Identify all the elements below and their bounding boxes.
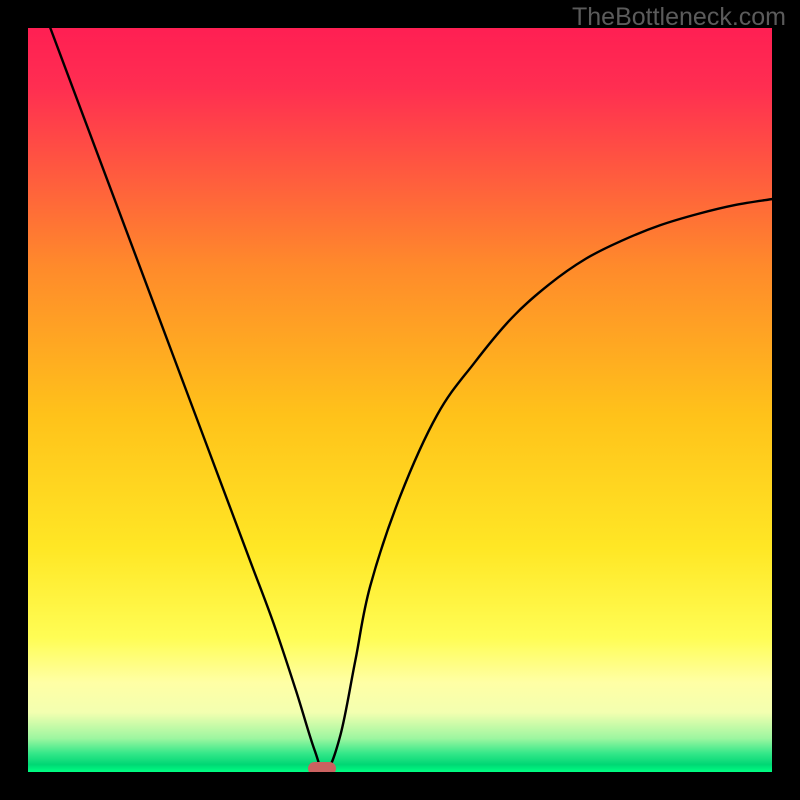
gradient-background: [28, 28, 772, 772]
minimum-marker: [308, 762, 336, 772]
plot-svg: [28, 28, 772, 772]
chart-frame: TheBottleneck.com: [0, 0, 800, 800]
plot-area: [28, 28, 772, 772]
watermark-text: TheBottleneck.com: [572, 3, 786, 32]
